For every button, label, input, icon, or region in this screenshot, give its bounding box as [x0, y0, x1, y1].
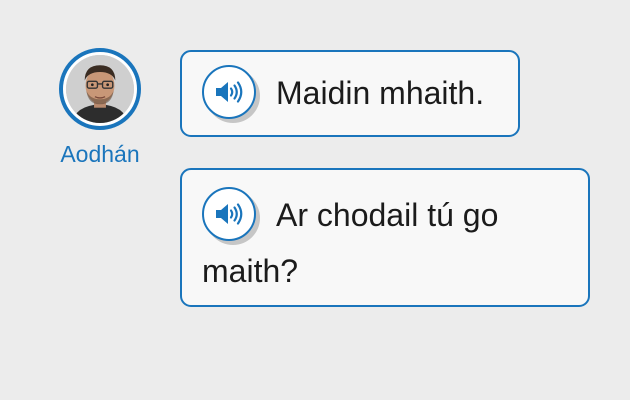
button-face: [202, 65, 256, 119]
speech-bubble-2: Ar chodail tú go maith?: [180, 168, 590, 307]
speaker-name: Aodhán: [60, 141, 140, 167]
speaker-volume-icon: [216, 81, 243, 103]
person-photo-icon: [66, 55, 134, 123]
speaker-volume-icon: [216, 203, 243, 225]
button-face: [202, 187, 256, 241]
play-audio-button-2[interactable]: [202, 187, 260, 245]
message-text-1: Maidin mhaith.: [276, 75, 485, 111]
play-audio-button-1[interactable]: [202, 65, 260, 123]
speaker-panel: Aodhán: [50, 48, 150, 169]
speech-bubble-1: Maidin mhaith.: [180, 50, 520, 137]
avatar: [59, 48, 141, 130]
